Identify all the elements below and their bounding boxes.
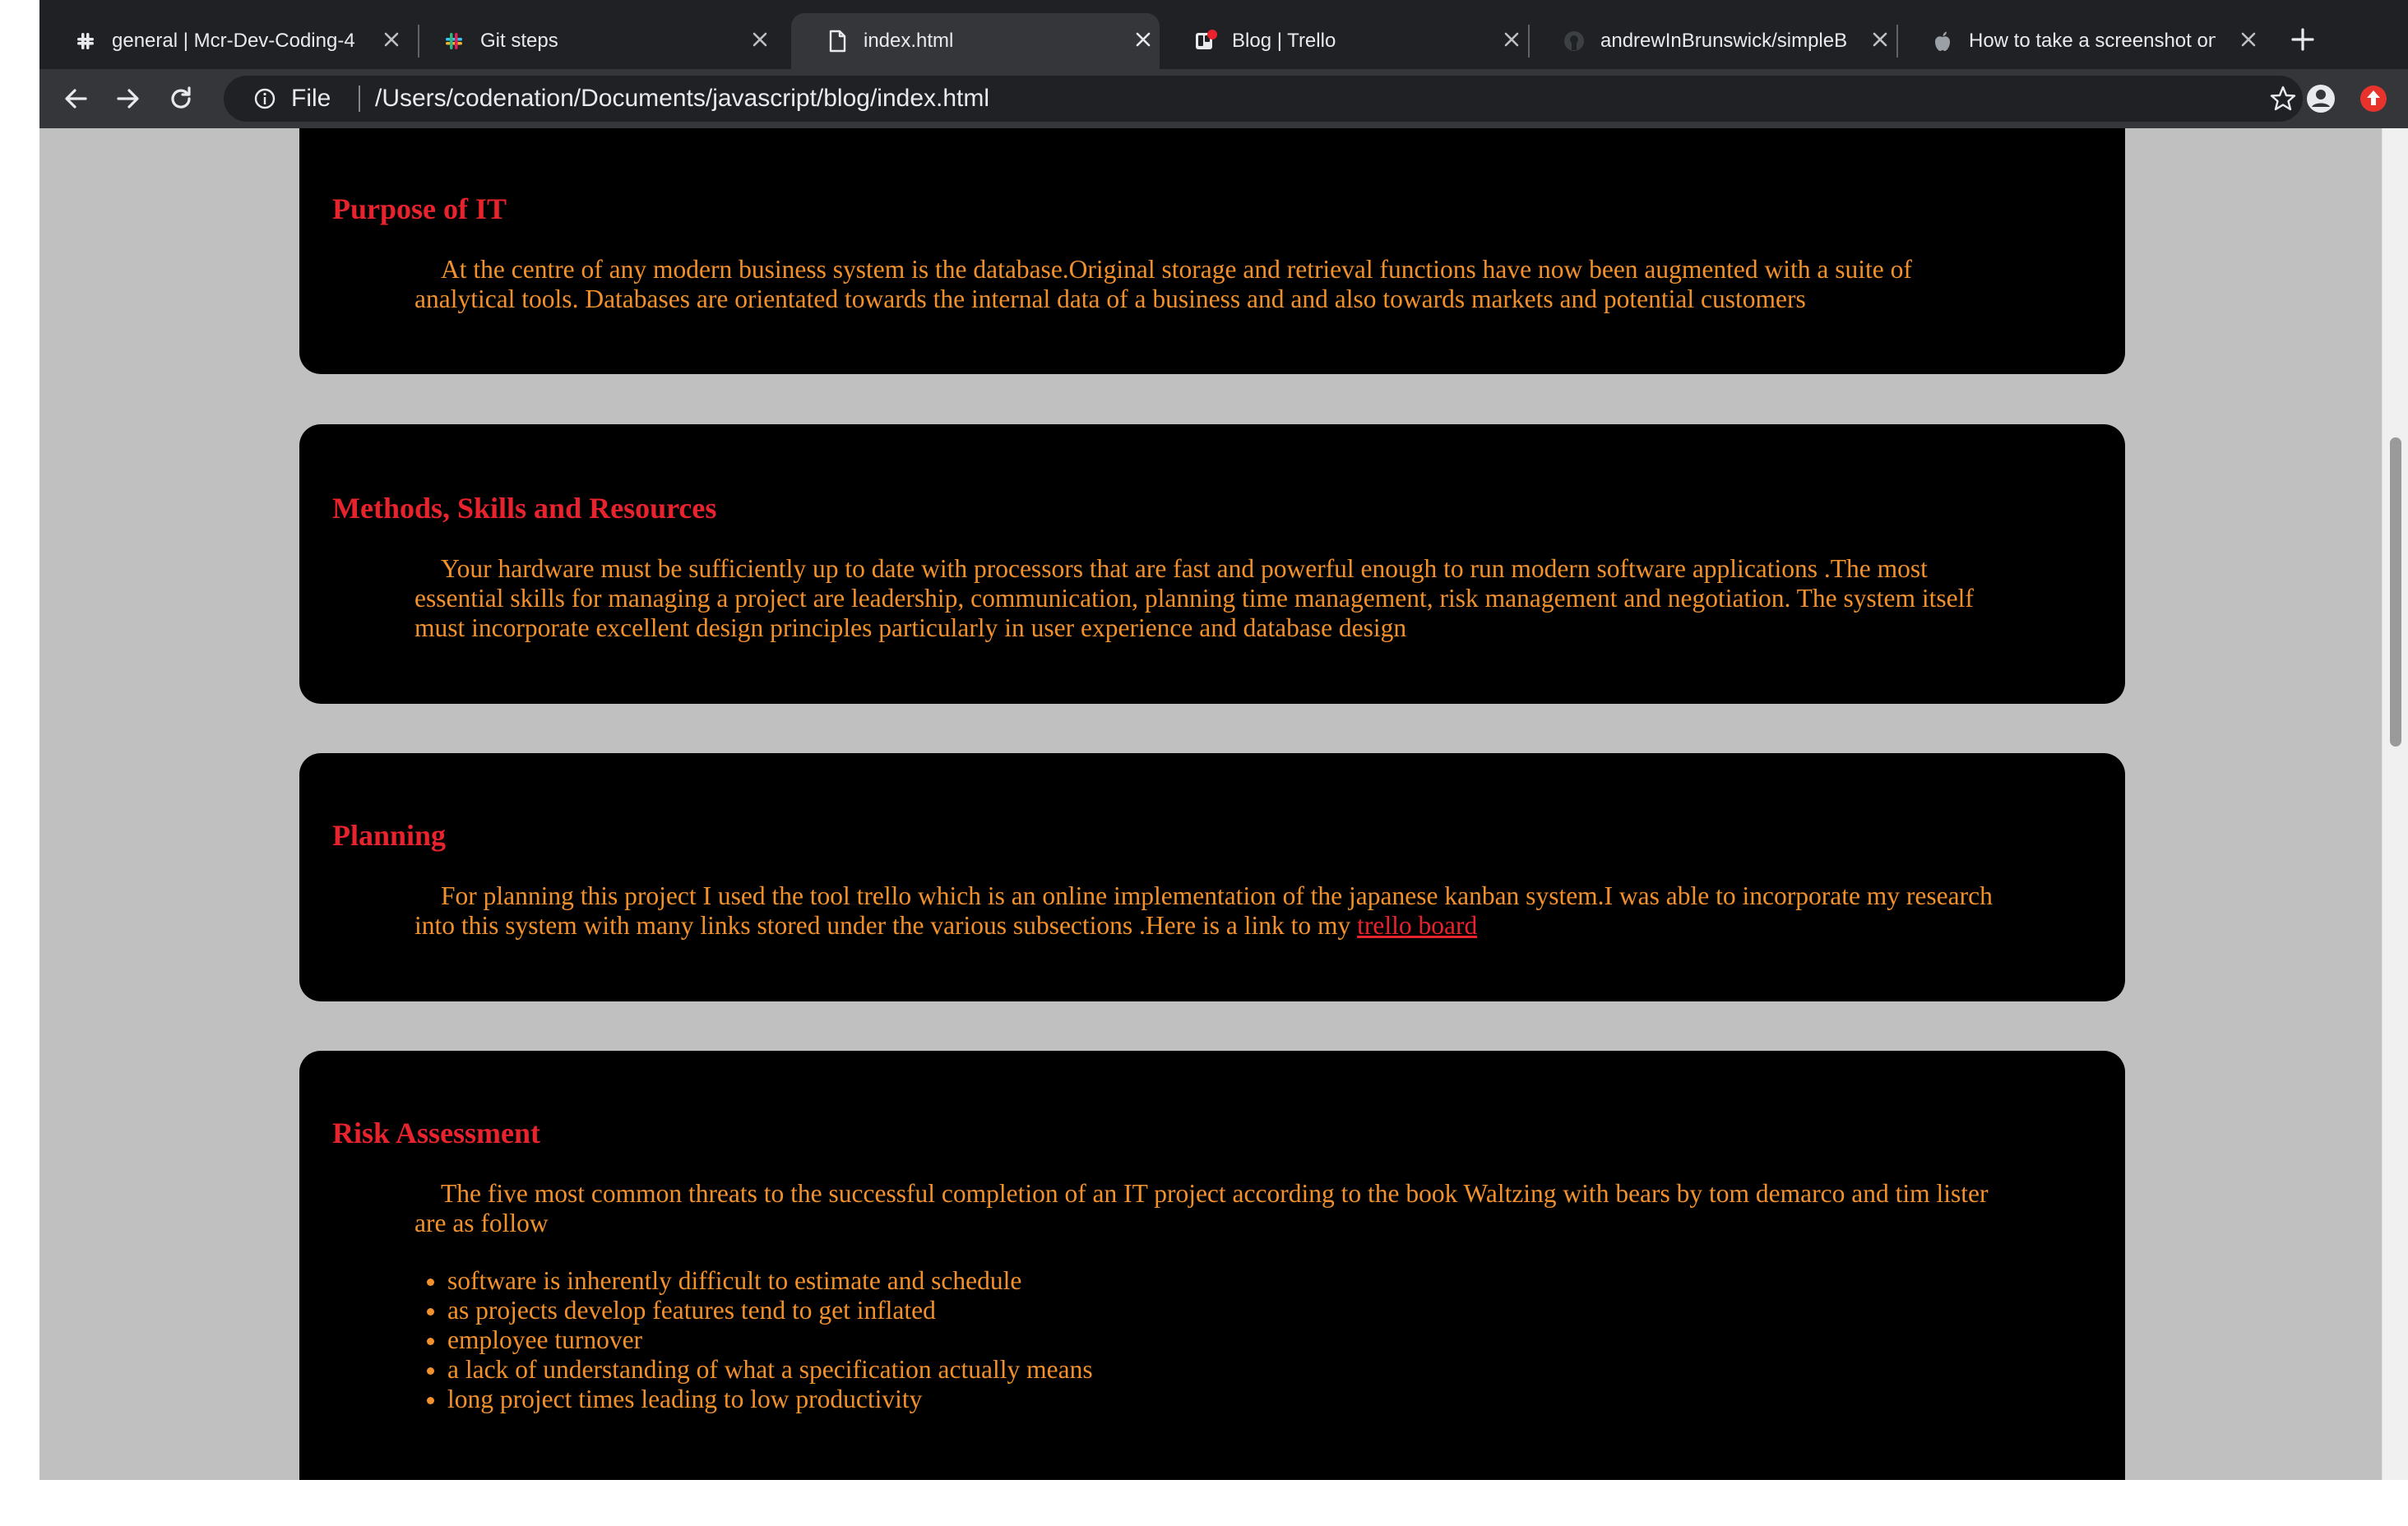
tab-github-repo[interactable]: andrewInBrunswick/simpleB: [1528, 13, 1896, 69]
github-icon: [1564, 31, 1584, 51]
reload-icon[interactable]: [164, 82, 197, 115]
risk-list-item: long project times leading to low produc…: [447, 1385, 2043, 1414]
address-bar[interactable]: File /Users/codenation/Documents/javascr…: [224, 76, 2303, 122]
section-planning: Planning For planning this project I use…: [299, 753, 2125, 1001]
tab-index-html[interactable]: index.html: [791, 13, 1160, 69]
tab-title: andrewInBrunswick/simpleB: [1600, 30, 1847, 52]
close-icon[interactable]: [1498, 26, 1525, 53]
risk-list-item: a lack of understanding of what a specif…: [447, 1355, 2043, 1385]
close-icon[interactable]: [1130, 26, 1156, 53]
section-heading: Purpose of IT: [332, 192, 507, 225]
section-body: Your hardware must be sufficiently up to…: [414, 554, 1974, 642]
trello-board-link[interactable]: trello board: [1357, 911, 1477, 940]
apple-icon: [1935, 31, 1950, 51]
site-scheme-label[interactable]: File: [291, 84, 331, 113]
file-icon: [829, 30, 846, 53]
slack-icon: [446, 33, 462, 49]
tab-title: index.html: [864, 30, 954, 52]
tab-strip: general | Mcr-Dev-Coding-4 Git steps ind…: [39, 0, 2408, 72]
new-tab-plus-icon[interactable]: [2286, 23, 2319, 56]
risk-list-item: as projects develop features tend to get…: [447, 1296, 2043, 1325]
tab-trello-blog[interactable]: Blog | Trello: [1160, 13, 1528, 69]
slack-icon: [77, 33, 94, 49]
profile-avatar-icon[interactable]: [2304, 82, 2337, 115]
section-body: The five most common threats to the succ…: [414, 1179, 1989, 1237]
browser-window: general | Mcr-Dev-Coding-4 Git steps ind…: [39, 0, 2408, 1480]
back-arrow-icon[interactable]: [59, 82, 92, 115]
section-methods-skills-resources: Methods, Skills and Resources Your hardw…: [299, 424, 2125, 704]
section-body: At the centre of any modern business sys…: [414, 255, 1912, 313]
browser-toolbar: File /Users/codenation/Documents/javascr…: [39, 69, 2408, 128]
tab-title: Blog | Trello: [1232, 30, 1336, 52]
section-purpose-of-it: Purpose of IT At the centre of any moder…: [299, 128, 2125, 374]
tab-git-steps[interactable]: Git steps: [408, 13, 776, 69]
forward-arrow-icon[interactable]: [112, 82, 145, 115]
info-icon[interactable]: [253, 87, 276, 110]
trello-icon: [1196, 30, 1217, 49]
page-viewport: Purpose of IT At the centre of any moder…: [39, 128, 2382, 1480]
scrollbar-thumb[interactable]: [2390, 437, 2401, 747]
section-risk-assessment: Risk Assessment The five most common thr…: [299, 1051, 2125, 1480]
risk-list-item: employee turnover: [447, 1325, 2043, 1355]
tab-title: general | Mcr-Dev-Coding-4: [112, 30, 355, 52]
risk-list: software is inherently difficult to esti…: [414, 1266, 2043, 1414]
address-divider: [359, 86, 360, 112]
close-icon[interactable]: [747, 26, 773, 53]
vertical-scrollbar[interactable]: [2382, 128, 2408, 1480]
section-heading: Risk Assessment: [332, 1117, 541, 1149]
tab-screenshot-howto[interactable]: How to take a screenshot on: [1896, 13, 2265, 69]
close-icon[interactable]: [1867, 26, 1893, 53]
tab-title: How to take a screenshot on: [1969, 30, 2216, 52]
url-text[interactable]: /Users/codenation/Documents/javascript/b…: [375, 84, 989, 113]
bookmark-star-icon[interactable]: [2268, 84, 2298, 113]
section-heading: Methods, Skills and Resources: [332, 492, 717, 525]
section-body: For planning this project I used the too…: [414, 881, 2010, 941]
close-icon[interactable]: [2235, 26, 2262, 53]
update-extension-icon[interactable]: [2357, 82, 2390, 115]
tab-title: Git steps: [480, 30, 558, 52]
section-body-text: For planning this project I used the too…: [414, 881, 1993, 940]
section-heading: Planning: [332, 819, 447, 852]
tab-slack-general[interactable]: general | Mcr-Dev-Coding-4: [39, 13, 408, 69]
close-icon[interactable]: [378, 26, 405, 53]
risk-list-item: software is inherently difficult to esti…: [447, 1266, 2043, 1296]
